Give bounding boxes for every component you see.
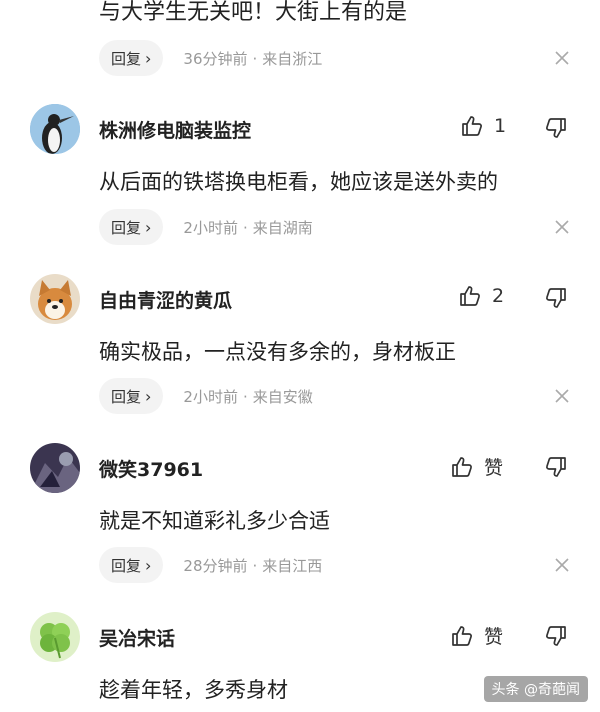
watermark: 头条 @奇葩闻 xyxy=(483,676,588,702)
comment-time: 36分钟前 xyxy=(183,49,248,68)
thumbs-up-icon xyxy=(460,286,480,306)
chevron-right-icon: › xyxy=(145,555,152,575)
comment-text-top: 与大学生无关吧！大街上有的是 xyxy=(99,0,408,25)
like-button[interactable]: 1 xyxy=(460,114,506,138)
comment-meta-text: 28分钟前 · 来自江西 xyxy=(183,555,322,576)
comment-time: 28分钟前 xyxy=(183,556,248,575)
comment-text: 趁着年轻，多秀身材 xyxy=(99,678,288,702)
reply-button[interactable]: 回复 › xyxy=(99,40,164,76)
reply-label: 回复 xyxy=(111,49,142,68)
like-count: 1 xyxy=(494,115,507,137)
close-icon[interactable] xyxy=(554,557,570,573)
thumbs-up-icon xyxy=(462,116,482,136)
thumbs-down-icon[interactable] xyxy=(544,455,568,479)
comment-location: 来自浙江 xyxy=(262,49,323,68)
comment-meta-text: 2小时前 · 来自湖南 xyxy=(183,217,312,238)
like-button[interactable]: 赞 xyxy=(450,453,503,480)
comment-text: 确实极品，一点没有多余的，身材板正 xyxy=(99,340,456,364)
chevron-right-icon: › xyxy=(145,217,152,237)
meta-separator: · xyxy=(252,556,258,575)
avatar[interactable] xyxy=(30,274,80,324)
reply-button[interactable]: 回复 › xyxy=(99,378,164,414)
thumbs-down-icon[interactable] xyxy=(544,286,568,310)
comment-location: 来自江西 xyxy=(262,556,323,575)
chevron-right-icon: › xyxy=(145,48,152,68)
comment-time: 2小时前 xyxy=(183,387,238,406)
close-icon[interactable] xyxy=(554,50,570,66)
meta-separator: · xyxy=(252,49,258,68)
comment-text: 就是不知道彩礼多少合适 xyxy=(99,509,330,533)
comment-location: 来自湖南 xyxy=(252,218,313,237)
comment-meta-text: 36分钟前 · 来自浙江 xyxy=(183,48,322,69)
reply-label: 回复 xyxy=(111,218,142,237)
comment-username[interactable]: 微笑37961 xyxy=(99,455,203,482)
comment-time: 2小时前 xyxy=(183,218,238,237)
reply-label: 回复 xyxy=(111,387,142,406)
like-button[interactable]: 赞 xyxy=(450,622,503,649)
thumbs-up-icon xyxy=(452,625,472,646)
comment-username[interactable]: 自由青涩的黄瓜 xyxy=(99,286,232,313)
reply-button[interactable]: 回复 › xyxy=(99,209,164,245)
meta-separator: · xyxy=(242,387,248,406)
comment-text: 从后面的铁塔换电柜看，她应该是送外卖的 xyxy=(99,170,498,194)
thumbs-down-icon[interactable] xyxy=(544,116,568,140)
like-label: 赞 xyxy=(484,626,504,648)
close-icon[interactable] xyxy=(554,388,570,404)
comment-meta: 回复 › 2小时前 · 来自安徽 xyxy=(99,378,313,414)
like-button[interactable]: 2 xyxy=(458,284,504,308)
comment-meta-text: 2小时前 · 来自安徽 xyxy=(183,386,312,407)
thumbs-up-icon xyxy=(452,456,472,477)
meta-separator: · xyxy=(242,218,248,237)
close-icon[interactable] xyxy=(554,219,570,235)
like-count: 2 xyxy=(492,285,505,307)
reply-button[interactable]: 回复 › xyxy=(99,547,164,583)
comment-meta: 回复 › 28分钟前 · 来自江西 xyxy=(99,547,322,583)
thumbs-down-icon[interactable] xyxy=(544,624,568,648)
comment-username[interactable]: 吴冶宋话 xyxy=(99,624,175,651)
avatar[interactable] xyxy=(30,104,80,154)
comment-location: 来自安徽 xyxy=(252,387,313,406)
comment-meta-top: 回复 › 36分钟前 · 来自浙江 xyxy=(99,40,322,76)
reply-label: 回复 xyxy=(111,556,142,575)
chevron-right-icon: › xyxy=(145,386,152,406)
like-label: 赞 xyxy=(484,457,504,479)
comment-meta: 回复 › 2小时前 · 来自湖南 xyxy=(99,209,313,245)
avatar[interactable] xyxy=(30,612,80,662)
avatar[interactable] xyxy=(30,443,80,493)
comment-username[interactable]: 株洲修电脑装监控 xyxy=(99,116,251,143)
